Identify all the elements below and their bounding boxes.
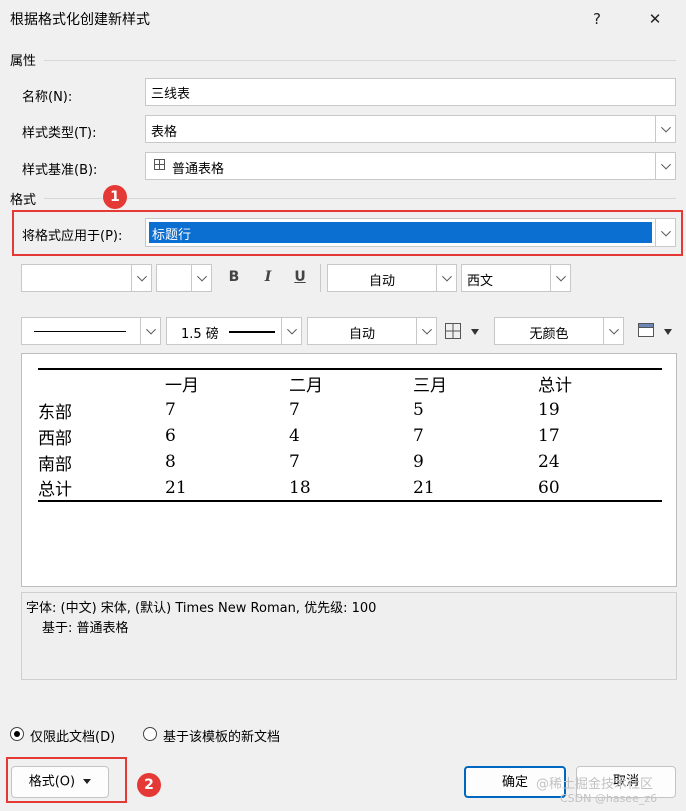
table-cell: 西部 [38, 428, 72, 449]
font-color-select[interactable]: 自动 [327, 264, 457, 292]
window-title: 根据格式化创建新样式 [10, 12, 150, 28]
table-cell: 18 [289, 475, 413, 502]
chevron-down-icon[interactable] [191, 265, 211, 291]
underline-button[interactable]: U [288, 269, 312, 289]
table-header-row: 一月 二月 三月 总计 [38, 368, 662, 397]
table-header-cell [38, 368, 165, 397]
table-cell: 南部 [38, 454, 72, 475]
format-section-label: 格式 [10, 193, 37, 208]
radio-new-documents-label[interactable]: 基于该模板的新文档 [163, 726, 280, 745]
table-header-cell: 总计 [538, 368, 662, 397]
script-select[interactable]: 西文 [461, 264, 571, 292]
description-line: 基于: 普通表格 [42, 621, 129, 636]
border-style-select[interactable] [21, 317, 161, 345]
table-header-cell: 三月 [413, 368, 538, 397]
border-color-select[interactable]: 自动 [307, 317, 437, 345]
chevron-down-icon[interactable] [281, 318, 301, 344]
caret-down-icon[interactable] [663, 325, 675, 335]
table-cell: 9 [413, 452, 424, 472]
apply-to-value: 标题行 [149, 222, 652, 243]
chevron-down-icon[interactable] [655, 153, 675, 179]
chevron-down-icon[interactable] [416, 318, 436, 344]
table-cell: 8 [165, 452, 176, 472]
chevron-down-icon[interactable] [436, 265, 456, 291]
border-width-select[interactable]: 1.5 磅 [166, 317, 302, 345]
properties-divider [44, 60, 676, 61]
close-button[interactable]: ✕ [640, 4, 670, 34]
table-row: 西部 6 4 7 17 [38, 423, 662, 449]
border-color-value: 自动 [348, 327, 375, 342]
table-cell: 21 [413, 475, 538, 502]
style-based-label: 样式基准(B): [22, 163, 98, 178]
format-menu-button[interactable]: 格式(O) [11, 766, 109, 798]
style-type-value: 表格 [151, 125, 178, 140]
annotation-badge-1: 1 [103, 185, 127, 209]
table-cell: 7 [289, 400, 300, 420]
preview-table: 一月 二月 三月 总计 东部 7 7 5 19 西部 6 4 7 17 南部 8… [38, 368, 662, 502]
table-cell: 60 [538, 475, 662, 502]
font-name-select[interactable] [21, 264, 152, 292]
table-preview: 一月 二月 三月 总计 东部 7 7 5 19 西部 6 4 7 17 南部 8… [21, 353, 677, 587]
chevron-down-icon[interactable] [550, 265, 570, 291]
table-cell: 4 [289, 426, 300, 446]
table-cell: 19 [538, 400, 560, 420]
table-cell: 21 [165, 475, 289, 502]
table-cell: 24 [538, 452, 560, 472]
table-row: 东部 7 7 5 19 [38, 397, 662, 423]
border-width-value: 1.5 磅 [181, 327, 219, 342]
radio-this-document[interactable] [10, 727, 24, 741]
table-row: 南部 8 7 9 24 [38, 449, 662, 475]
name-label: 名称(N): [22, 90, 73, 105]
watermark-csdn: CSDN @hasee_z6 [560, 792, 658, 805]
toolbar-separator [320, 264, 321, 292]
table-cell: 7 [289, 452, 300, 472]
table-cell: 6 [165, 426, 176, 446]
style-type-label: 样式类型(T): [22, 126, 97, 141]
format-button-label: 格式(O) [28, 774, 76, 790]
description-line: 字体: (中文) 宋体, (默认) Times New Roman, 优先级: … [26, 601, 377, 616]
table-header-cell: 二月 [289, 368, 413, 397]
line-width-preview [229, 331, 275, 333]
font-color-value: 自动 [368, 274, 395, 289]
help-button[interactable]: ? [582, 4, 612, 34]
apply-to-label: 将格式应用于(P): [22, 229, 123, 244]
annotation-badge-2: 2 [137, 773, 161, 797]
apply-to-select[interactable]: 标题行 [145, 218, 676, 247]
table-cell: 7 [165, 400, 176, 420]
table-cell: 总计 [38, 475, 165, 502]
chevron-down-icon[interactable] [603, 318, 623, 344]
line-style-preview [34, 331, 126, 332]
shading-value: 无颜色 [529, 327, 569, 342]
table-row: 总计 21 18 21 60 [38, 475, 662, 502]
font-size-select[interactable] [156, 264, 212, 292]
script-value: 西文 [467, 274, 494, 289]
italic-button[interactable]: I [256, 269, 280, 289]
radio-this-document-label[interactable]: 仅限此文档(D) [30, 726, 115, 745]
table-properties-icon[interactable] [637, 322, 657, 340]
bold-button[interactable]: B [222, 269, 246, 289]
shading-select[interactable]: 无颜色 [494, 317, 624, 345]
table-header-cell: 一月 [165, 368, 289, 397]
caret-down-icon [83, 767, 92, 797]
table-cell: 5 [413, 400, 424, 420]
watermark-juejin: @稀土掘金技术社区 [536, 777, 654, 792]
name-input[interactable]: 三线表 [145, 78, 676, 106]
chevron-down-icon[interactable] [655, 116, 675, 142]
style-type-select[interactable]: 表格 [145, 115, 676, 143]
table-cell: 东部 [38, 402, 72, 423]
table-icon [154, 159, 165, 170]
format-divider [44, 198, 676, 199]
style-description: 字体: (中文) 宋体, (默认) Times New Roman, 优先级: … [21, 592, 677, 680]
chevron-down-icon[interactable] [655, 219, 675, 246]
style-based-value: 普通表格 [172, 162, 225, 177]
chevron-down-icon[interactable] [140, 318, 160, 344]
radio-new-documents[interactable] [143, 727, 157, 741]
properties-section-label: 属性 [10, 54, 37, 69]
table-cell: 17 [538, 426, 560, 446]
style-based-select[interactable]: 普通表格 [145, 152, 676, 180]
borders-grid-icon[interactable] [444, 322, 464, 340]
chevron-down-icon[interactable] [131, 265, 151, 291]
table-cell: 7 [413, 426, 424, 446]
caret-down-icon[interactable] [470, 325, 482, 335]
